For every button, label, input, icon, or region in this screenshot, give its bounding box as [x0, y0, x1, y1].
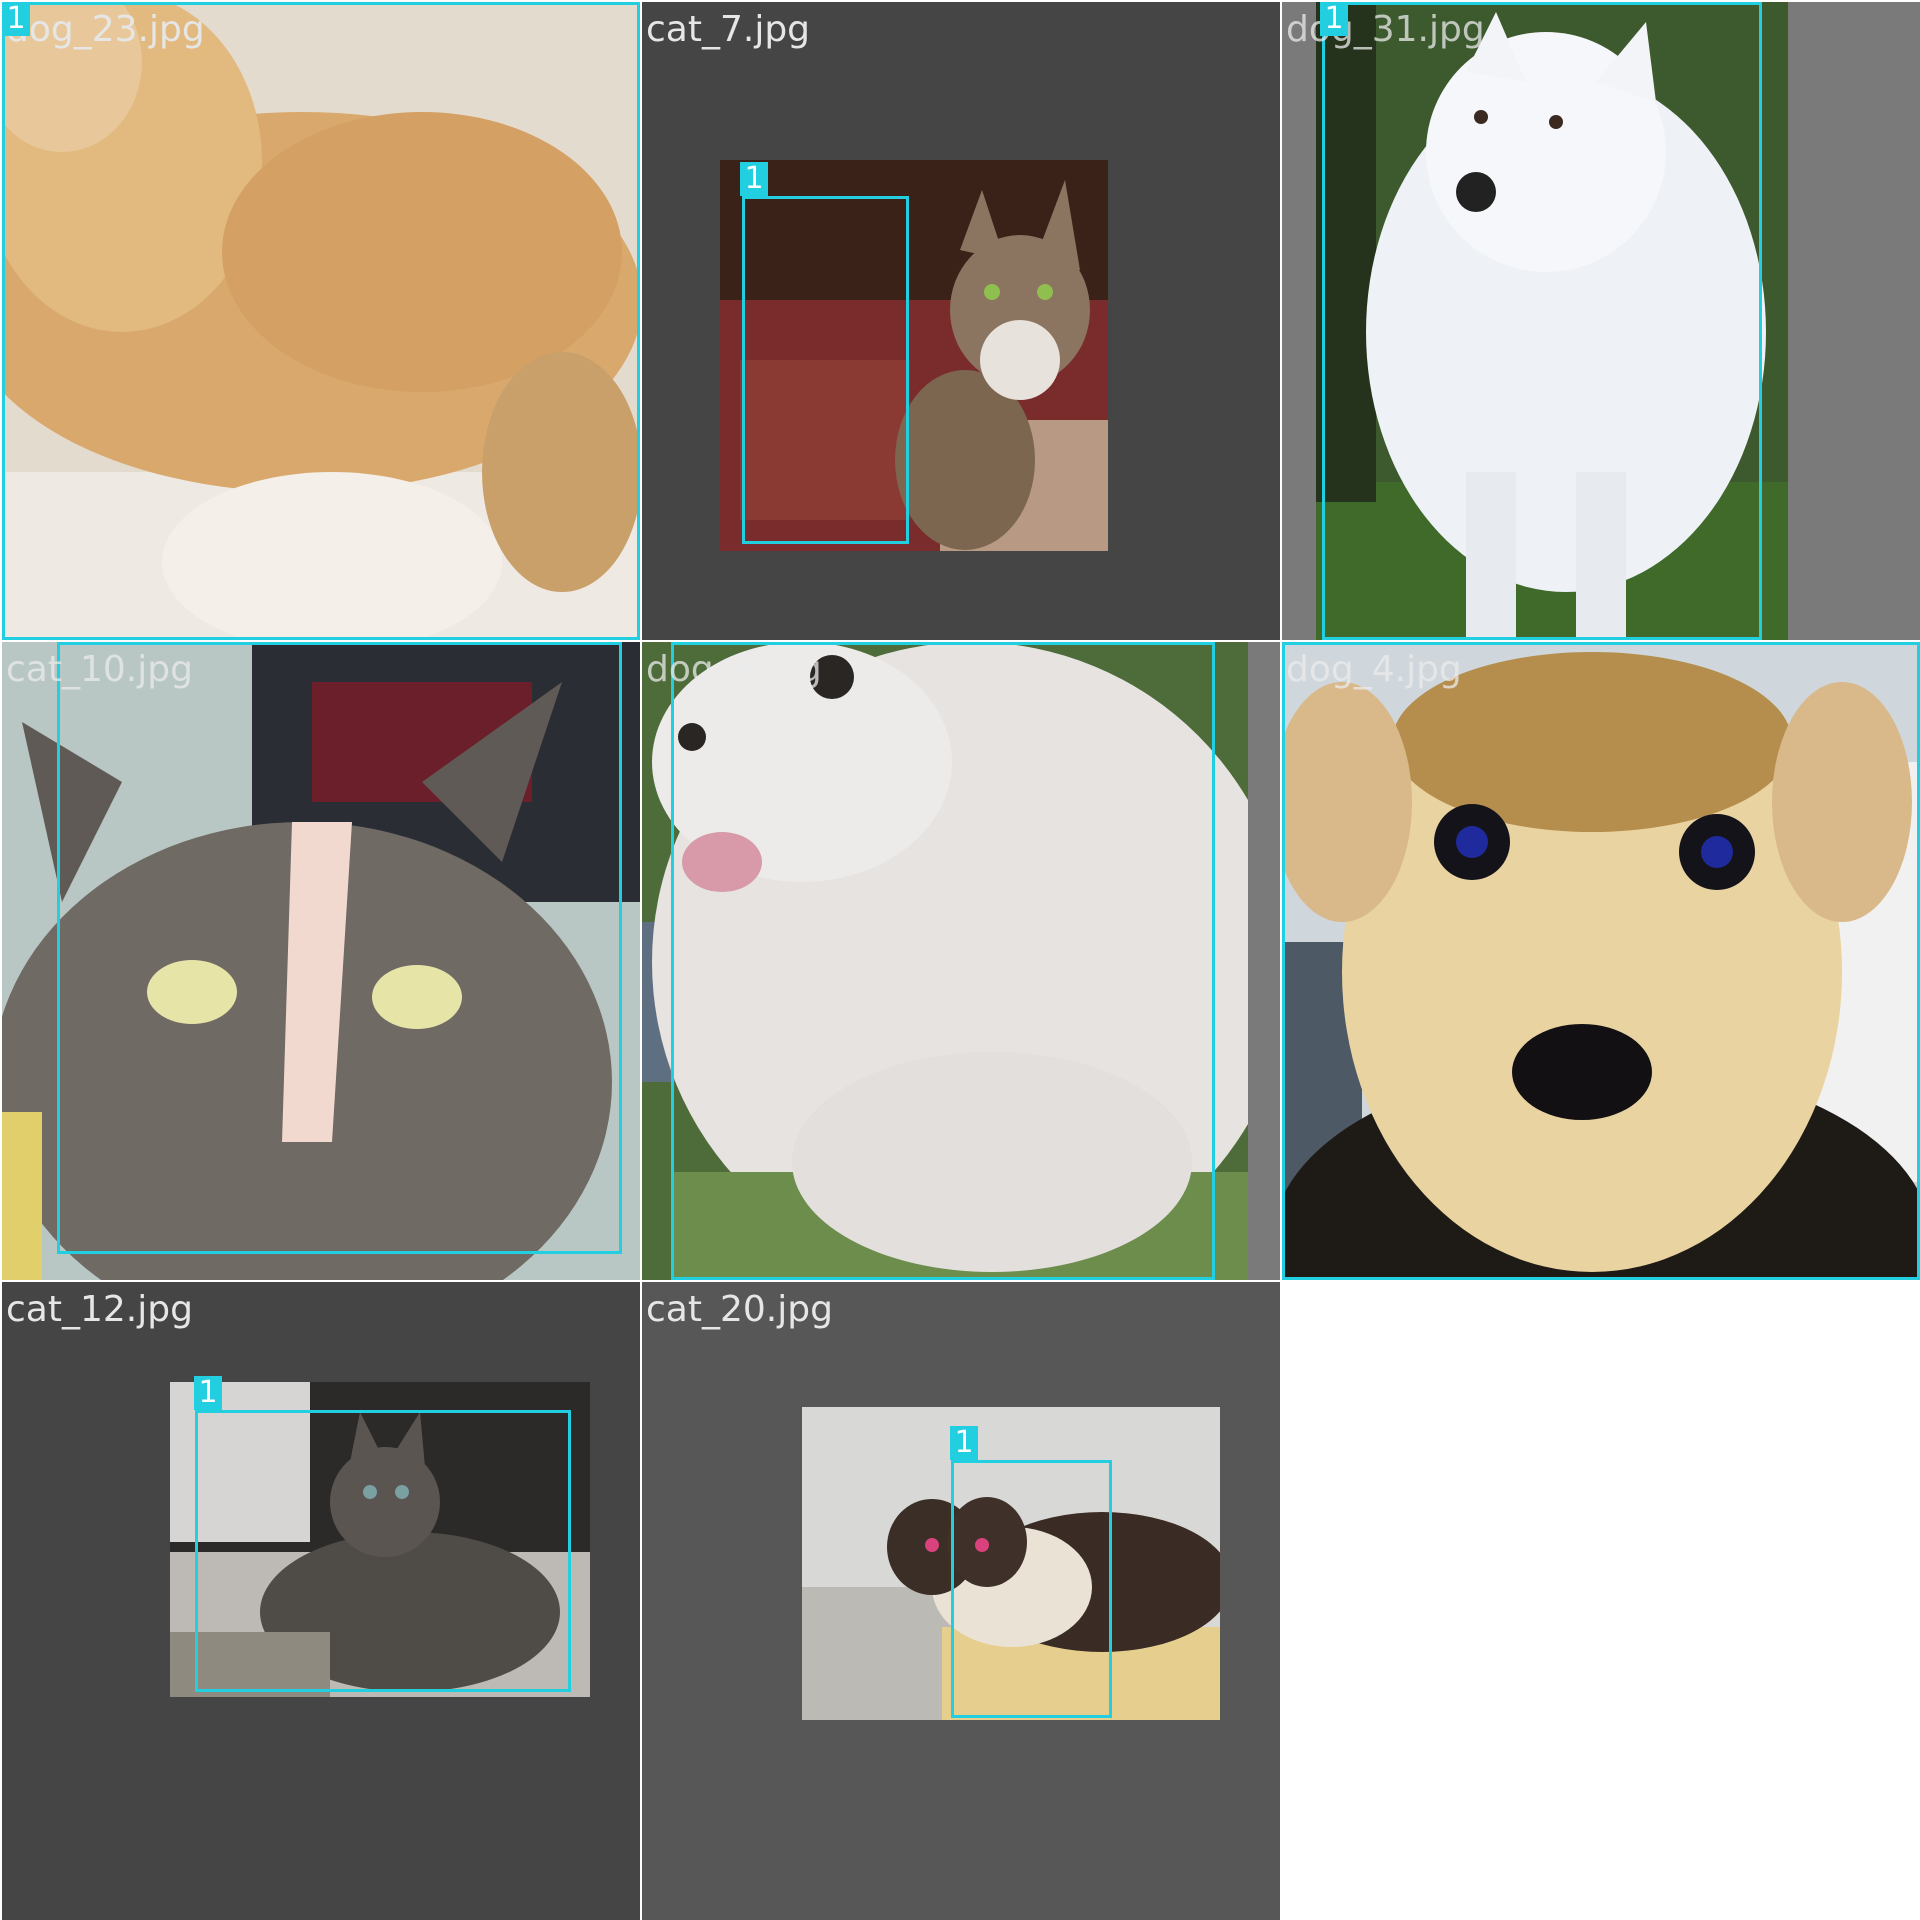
bounding-box[interactable] — [2, 2, 640, 640]
bbox-class-label: 1 — [740, 162, 768, 196]
bbox-class-label: 1 — [950, 1426, 978, 1460]
bounding-box[interactable] — [195, 1410, 571, 1692]
grid-tile-dog-9[interactable]: dog_9.jpg 1 — [642, 642, 1280, 1280]
bounding-box[interactable] — [1282, 642, 1920, 1280]
bounding-box[interactable] — [671, 642, 1215, 1280]
grid-tile-dog-4[interactable]: dog_4.jpg 1 — [1282, 642, 1920, 1280]
image-grid: dog_23.jpg 1 cat_7.jpg 1 dog_31.jpg 1 ca… — [0, 0, 1920, 1920]
grid-tile-cat-12[interactable]: cat_12.jpg 1 — [2, 1282, 640, 1920]
grid-tile-cat-7[interactable]: cat_7.jpg 1 — [642, 2, 1280, 640]
grid-tile-cat-20[interactable]: cat_20.jpg 1 — [642, 1282, 1280, 1920]
filename-label: cat_20.jpg — [646, 1289, 833, 1330]
filename-label: cat_7.jpg — [646, 9, 811, 50]
bounding-box[interactable] — [742, 196, 909, 544]
bbox-class-label: 1 — [194, 1376, 222, 1410]
grid-tile-dog-23[interactable]: dog_23.jpg 1 — [2, 2, 640, 640]
bounding-box[interactable] — [1322, 2, 1762, 640]
bounding-box[interactable] — [951, 1460, 1112, 1718]
filename-label: cat_10.jpg — [6, 649, 193, 690]
grid-tile-dog-31[interactable]: dog_31.jpg 1 — [1282, 2, 1920, 640]
filename-label: dog_31.jpg — [1286, 9, 1485, 50]
bbox-class-label: 1 — [1320, 2, 1348, 36]
filename-label: dog_23.jpg — [6, 9, 205, 50]
filename-label: dog_9.jpg — [646, 649, 822, 690]
bbox-class-label: 1 — [2, 2, 30, 36]
bounding-box[interactable] — [57, 642, 622, 1254]
filename-label: cat_12.jpg — [6, 1289, 193, 1330]
filename-label: dog_4.jpg — [1286, 649, 1462, 690]
grid-tile-cat-10[interactable]: cat_10.jpg 1 — [2, 642, 640, 1280]
